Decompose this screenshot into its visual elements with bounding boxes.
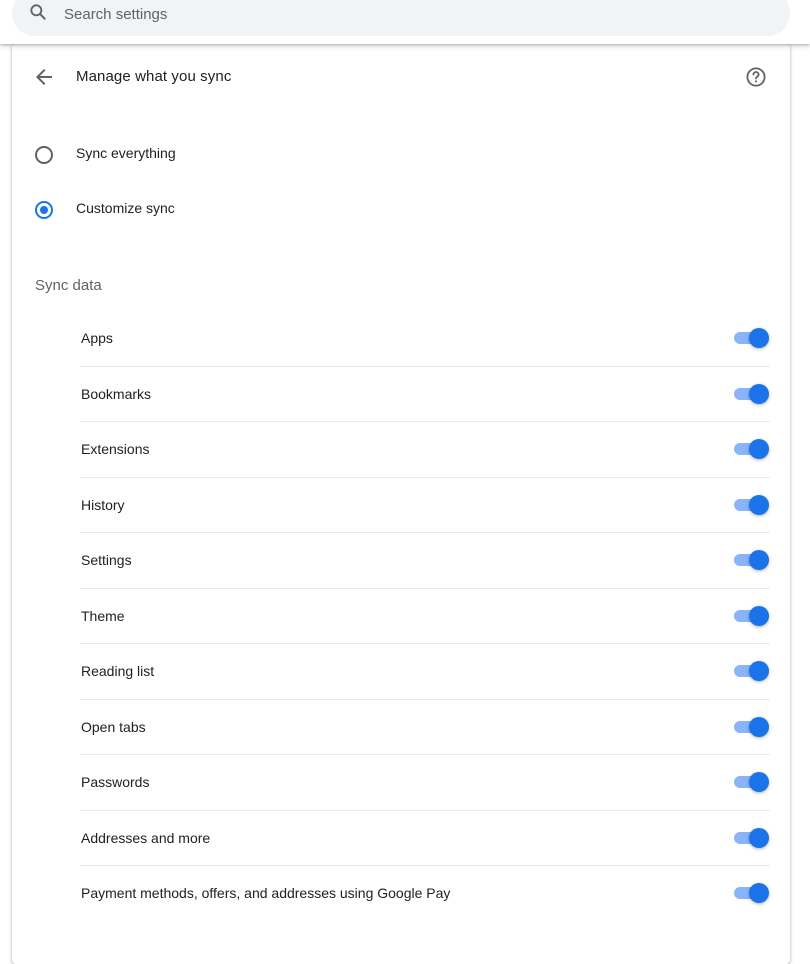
sync-item-payment-methods: Payment methods, offers, and addresses u…: [80, 865, 770, 921]
sync-settings-card: Manage what you sync Sync everything Cus…: [12, 44, 790, 964]
sync-item-theme: Theme: [80, 587, 770, 644]
toggle-switch[interactable]: [732, 661, 770, 682]
toggle-switch[interactable]: [732, 605, 770, 626]
sync-item-label: Apps: [81, 329, 113, 346]
toggle-switch[interactable]: [732, 383, 770, 404]
top-toolbar: [0, 0, 810, 44]
toggle-switch[interactable]: [732, 772, 770, 793]
radio-label: Customize sync: [76, 200, 175, 216]
sync-item-addresses: Addresses and more: [80, 809, 770, 866]
sync-item-passwords: Passwords: [80, 754, 770, 810]
radio-button[interactable]: [35, 146, 53, 164]
sync-item-open-tabs: Open tabs: [80, 698, 770, 755]
arrow-back-icon[interactable]: [32, 65, 56, 89]
sync-data-list: Apps Bookmarks Extensions History Settin…: [80, 310, 770, 921]
toggle-switch[interactable]: [732, 494, 770, 515]
radio-button-selected[interactable]: [35, 201, 53, 219]
page-title: Manage what you sync: [76, 68, 232, 85]
toggle-switch[interactable]: [732, 550, 770, 571]
sync-item-label: Settings: [81, 552, 132, 569]
sync-item-label: Addresses and more: [81, 829, 211, 846]
toggle-switch[interactable]: [732, 883, 770, 904]
sync-item-label: Payment methods, offers, and addresses u…: [81, 885, 451, 902]
section-title: Sync data: [35, 277, 102, 294]
sync-item-label: Extensions: [81, 441, 150, 458]
sync-item-label: History: [81, 496, 125, 513]
sync-item-settings: Settings: [80, 532, 770, 588]
sync-item-history: History: [80, 476, 770, 533]
toggle-switch[interactable]: [732, 716, 770, 737]
sync-item-label: Passwords: [81, 774, 150, 791]
help-icon[interactable]: [744, 65, 768, 89]
sync-item-extensions: Extensions: [80, 421, 770, 477]
radio-customize-sync[interactable]: Customize sync: [32, 195, 772, 225]
radio-label: Sync everything: [76, 145, 176, 161]
radio-sync-everything[interactable]: Sync everything: [32, 140, 772, 170]
toggle-switch[interactable]: [732, 439, 770, 460]
search-box[interactable]: [12, 0, 790, 36]
toggle-switch[interactable]: [732, 827, 770, 848]
sync-item-apps: Apps: [80, 310, 770, 366]
sync-item-reading-list: Reading list: [80, 643, 770, 699]
sync-item-label: Bookmarks: [81, 385, 152, 402]
sync-item-bookmarks: Bookmarks: [80, 365, 770, 422]
sync-item-label: Theme: [81, 607, 125, 624]
sync-item-label: Reading list: [81, 663, 155, 680]
search-input[interactable]: [64, 2, 764, 26]
search-icon[interactable]: [28, 2, 48, 22]
sync-item-label: Open tabs: [81, 718, 146, 735]
toggle-switch[interactable]: [732, 327, 770, 348]
